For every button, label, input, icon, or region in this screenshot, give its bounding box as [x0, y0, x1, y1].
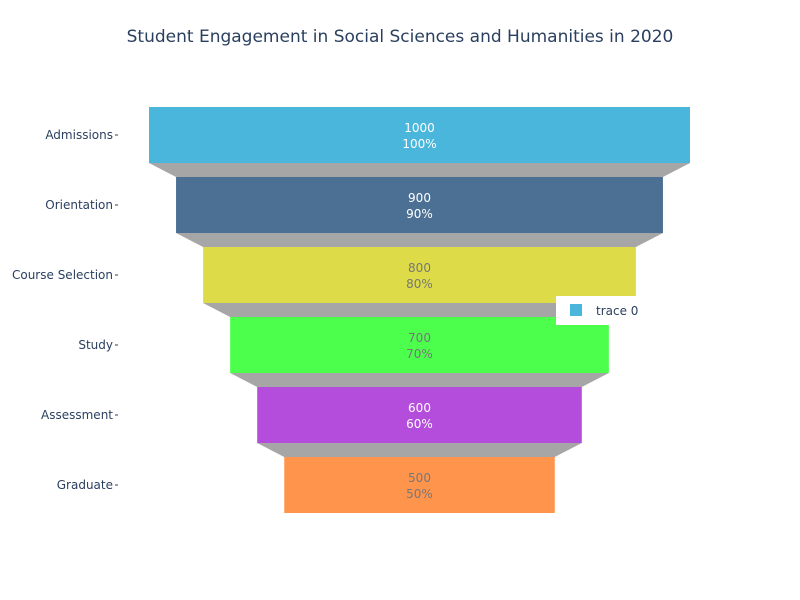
category-label: Study: [78, 338, 113, 352]
funnel-bar-study[interactable]: [230, 317, 609, 373]
funnel-bar-assessment[interactable]: [257, 387, 582, 443]
bar-percent-label: 60%: [406, 417, 433, 431]
funnel-connector: [176, 233, 663, 247]
category-label: Admissions: [45, 128, 113, 142]
funnel-bar-graduate[interactable]: [284, 457, 555, 513]
chart-title: Student Engagement in Social Sciences an…: [127, 27, 674, 47]
funnel-bar-orientation[interactable]: [176, 177, 663, 233]
bar-percent-label: 70%: [406, 347, 433, 361]
bar-percent-label: 90%: [406, 207, 433, 221]
funnel-connector: [230, 373, 609, 387]
category-label: Course Selection: [12, 268, 113, 282]
bar-percent-label: 80%: [406, 277, 433, 291]
legend[interactable]: trace 0: [556, 296, 656, 325]
bar-value-label: 600: [408, 401, 431, 415]
bar-percent-label: 50%: [406, 487, 433, 501]
funnel-connector: [149, 163, 690, 177]
funnel-bar-admissions[interactable]: [149, 107, 690, 163]
legend-swatch[interactable]: [570, 304, 582, 316]
category-label: Assessment: [41, 408, 113, 422]
bar-value-label: 700: [408, 331, 431, 345]
category-label: Graduate: [57, 478, 113, 492]
funnel-bar-course-selection[interactable]: [203, 247, 636, 303]
bar-percent-label: 100%: [402, 137, 436, 151]
category-axis: Admissions Orientation Course Selection Stu…: [12, 128, 118, 492]
bar-value-label: 900: [408, 191, 431, 205]
chart-canvas: Student Engagement in Social Sciences an…: [12, 27, 690, 513]
funnel-connector: [257, 443, 582, 457]
legend-label[interactable]: trace 0: [596, 304, 638, 318]
bar-value-label: 1000: [404, 121, 435, 135]
bar-value-label: 800: [408, 261, 431, 275]
bar-value-label: 500: [408, 471, 431, 485]
funnel-chart: Student Engagement in Social Sciences an…: [0, 0, 800, 600]
category-label: Orientation: [45, 198, 113, 212]
